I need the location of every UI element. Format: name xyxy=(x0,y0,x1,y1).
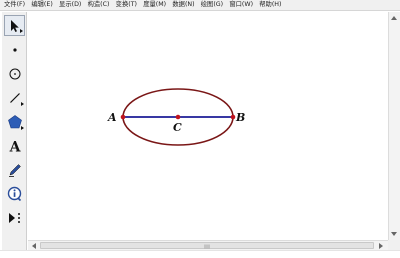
marker-tool[interactable] xyxy=(4,159,25,180)
menu-file[interactable]: 文件(F) xyxy=(4,0,25,10)
point-icon xyxy=(12,47,17,52)
menu-bar: 文件(F) 编辑(E) 显示(D) 构造(C) 变换(T) 度量(M) 数据(N… xyxy=(0,0,400,11)
horizontal-scroll-thumb[interactable] xyxy=(40,242,374,249)
information-tool[interactable] xyxy=(4,183,25,204)
arrow-up-icon xyxy=(391,16,397,20)
info-icon xyxy=(7,186,21,201)
menu-window[interactable]: 窗口(W) xyxy=(229,0,253,10)
custom-tool-icon xyxy=(8,212,20,223)
line-segment-icon xyxy=(9,92,20,103)
point-b[interactable] xyxy=(230,114,236,120)
text-tool[interactable]: A xyxy=(4,135,25,156)
arrow-select-tool[interactable] xyxy=(4,15,25,36)
vertical-scrollbar[interactable] xyxy=(388,12,400,240)
straightedge-tool[interactable] xyxy=(4,87,25,108)
submenu-arrow-icon xyxy=(21,126,24,130)
menu-measure[interactable]: 度量(M) xyxy=(143,0,166,10)
polygon-tool[interactable] xyxy=(4,111,25,132)
circle-icon xyxy=(9,68,20,79)
grip-icon xyxy=(204,244,210,249)
arrow-down-icon xyxy=(391,232,397,236)
point-tool[interactable] xyxy=(4,39,25,60)
label-a[interactable]: A xyxy=(107,111,117,124)
pencil-icon xyxy=(8,163,21,177)
horizontal-scrollbar[interactable] xyxy=(28,240,388,250)
geometers-sketchpad-window: 文件(F) 编辑(E) 显示(D) 构造(C) 变换(T) 度量(M) 数据(N… xyxy=(0,0,400,258)
menu-data[interactable]: 数据(N) xyxy=(172,0,194,10)
menu-transform[interactable]: 变换(T) xyxy=(116,0,137,10)
submenu-arrow-icon xyxy=(20,29,23,33)
svg-text:A: A xyxy=(8,139,21,154)
menu-construct[interactable]: 构造(C) xyxy=(88,0,110,10)
arrow-right-icon xyxy=(379,243,383,249)
menu-help[interactable]: 帮助(H) xyxy=(259,0,281,10)
compass-tool[interactable] xyxy=(4,63,25,84)
scrollbar-corner xyxy=(388,240,400,250)
menu-graph[interactable]: 绘图(G) xyxy=(201,0,223,10)
point-a[interactable] xyxy=(120,114,126,120)
text-icon: A xyxy=(8,139,21,154)
label-c[interactable]: C xyxy=(173,121,182,134)
construction-figure: A B C xyxy=(107,88,245,146)
point-c[interactable] xyxy=(175,114,181,120)
submenu-arrow-icon xyxy=(21,102,24,106)
custom-tool[interactable] xyxy=(4,207,25,228)
toolbox: A xyxy=(2,12,27,254)
scroll-down-button[interactable] xyxy=(389,229,399,239)
sketch-canvas[interactable]: A B C xyxy=(28,12,388,240)
arrow-left-icon xyxy=(32,243,36,249)
label-b[interactable]: B xyxy=(235,111,245,124)
menu-display[interactable]: 显示(D) xyxy=(59,0,81,10)
menu-edit[interactable]: 编辑(E) xyxy=(31,0,53,10)
scroll-up-button[interactable] xyxy=(389,13,399,23)
status-strip xyxy=(0,250,400,258)
